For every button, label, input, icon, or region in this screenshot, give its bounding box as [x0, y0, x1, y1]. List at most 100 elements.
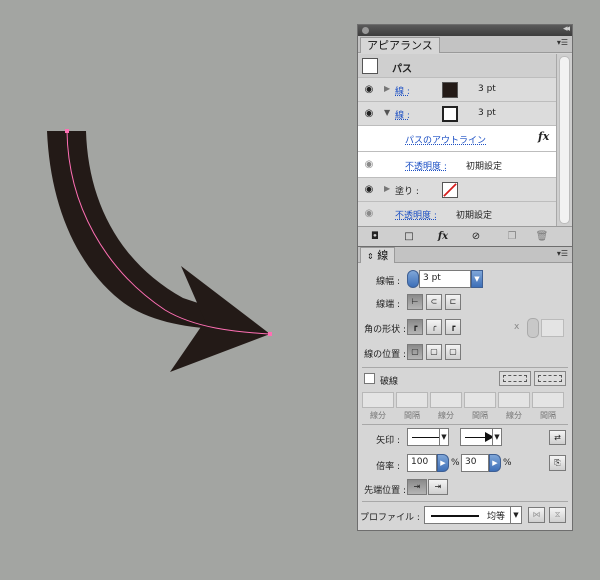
weight-input-value: 3 pt [423, 273, 441, 283]
visibility-eye-icon[interactable]: ◉ [361, 182, 377, 198]
appearance-stroke-row-2[interactable]: ◉ ▼ 線 : 3 pt [358, 102, 556, 126]
add-new-fill-icon[interactable]: □ [400, 229, 418, 245]
visibility-eye-icon[interactable]: ◉ [361, 106, 377, 122]
dash-field[interactable] [498, 392, 530, 408]
appearance-list: パス ◉ ▶ 線 : 3 pt ◉ ▼ 線 : 3 pt パスのアウトライン f… [358, 54, 556, 226]
swap-arrowheads-icon[interactable]: ⇄ [549, 430, 566, 445]
link-scale-icon[interactable]: ⎘ [549, 455, 566, 471]
start-scale-dropdown[interactable]: ▶ [437, 454, 449, 472]
stroke-color-swatch[interactable] [442, 82, 458, 98]
miter-limit-input[interactable] [541, 319, 564, 337]
profile-dropdown-icon[interactable]: ▼ [510, 506, 522, 524]
end-scale-dropdown[interactable]: ▶ [489, 454, 501, 472]
expand-triangle-icon[interactable]: ▶ [384, 84, 390, 93]
outline-path-effect-link[interactable]: パスのアウトライン [405, 133, 486, 146]
scroll-thumb[interactable] [559, 56, 570, 224]
arrow-tip-at-end-button[interactable]: ⇥ [428, 479, 448, 495]
close-icon[interactable] [362, 27, 369, 34]
appearance-fill-row[interactable]: ◉ ▶ 塗り : [358, 178, 556, 202]
add-new-stroke-icon[interactable]: ◘ [366, 229, 384, 245]
start-scale-input[interactable]: 100 [407, 454, 437, 472]
visibility-eye-icon[interactable]: ◉ [361, 157, 377, 173]
gap-field-label: 間隔 [540, 411, 556, 420]
weight-dropdown[interactable]: ▼ [471, 270, 483, 288]
end-arrowhead-dropdown-icon[interactable]: ▼ [492, 428, 502, 446]
opacity-value: 初期設定 [456, 211, 493, 221]
appearance-scrollbar[interactable] [556, 54, 572, 226]
stroke-link[interactable]: 線 : [395, 84, 410, 97]
align-outside-button[interactable]: ▢ [445, 344, 461, 360]
opacity-link[interactable]: 不透明度 : [395, 208, 437, 221]
butt-cap-button[interactable]: ⊢ [407, 294, 423, 310]
gap-field-label: 間隔 [404, 411, 420, 420]
bevel-join-button[interactable]: ┏ [445, 319, 461, 335]
start-arrowhead-dropdown-icon[interactable]: ▼ [439, 428, 449, 446]
anchor-point-start[interactable] [65, 129, 69, 133]
align-inside-button[interactable]: ▢ [426, 344, 442, 360]
dash-exact-button[interactable] [499, 371, 531, 386]
gap-field[interactable] [396, 392, 428, 408]
dash-field[interactable] [362, 392, 394, 408]
stroke-weight-value: 3 pt [478, 108, 496, 118]
gap-field[interactable] [532, 392, 564, 408]
tab-arrows-icon: ⇕ [367, 252, 374, 261]
corner-label: 角の形状 : [364, 325, 406, 335]
miter-limit-x: x [514, 322, 520, 332]
stroke-color-swatch[interactable] [442, 106, 458, 122]
effect-outline-path-row[interactable]: パスのアウトライン fx [358, 126, 556, 152]
opacity-link[interactable]: 不透明度 : [405, 159, 447, 172]
miter-limit-stepper[interactable] [527, 318, 539, 338]
panel-menu-icon[interactable]: ▾☰ [557, 38, 568, 47]
appearance-object-row[interactable]: パス [358, 54, 556, 78]
flip-along-icon[interactable]: ⋈ [528, 507, 545, 523]
appearance-stroke-row-1[interactable]: ◉ ▶ 線 : 3 pt [358, 78, 556, 102]
panel-menu-icon[interactable]: ▾☰ [557, 249, 568, 258]
collapse-icon[interactable]: ◂◂ [563, 24, 570, 34]
miter-join-button[interactable]: ┏ [407, 319, 423, 335]
arrow-stroke-body[interactable] [47, 131, 219, 329]
weight-input[interactable]: 3 pt [419, 270, 471, 288]
round-cap-button[interactable]: ⊂ [426, 294, 442, 310]
expand-triangle-icon[interactable]: ▶ [384, 184, 390, 193]
panel-titlebar[interactable]: ◂◂ [358, 24, 572, 36]
clear-appearance-icon[interactable]: ⊘ [467, 229, 485, 245]
arrow-tip-beyond-button[interactable]: ⇥ [407, 479, 427, 495]
tab-appearance[interactable]: アピアランス [360, 37, 440, 53]
appearance-tabrow: アピアランス ▾☰ [358, 36, 572, 53]
end-scale-input[interactable]: 30 [461, 454, 489, 472]
stroke-opacity-row[interactable]: ◉ 不透明度 : 初期設定 [358, 152, 556, 178]
width-profile-select[interactable]: 均等 [424, 506, 522, 524]
dashed-line-checkbox[interactable] [364, 373, 375, 384]
anchor-point-end[interactable] [268, 332, 272, 336]
fill-link[interactable]: 塗り : [395, 184, 419, 197]
dash-field[interactable] [430, 392, 462, 408]
duplicate-item-icon[interactable]: ❐ [503, 229, 521, 245]
collapse-triangle-icon[interactable]: ▼ [384, 108, 390, 117]
arrow-align-label: 先端位置 : [364, 486, 406, 496]
dash-field-label: 線分 [506, 411, 522, 420]
profile-label: プロファイル : [360, 513, 420, 523]
no-arrow-line-icon [412, 437, 442, 438]
curved-arrow-artwork[interactable] [47, 129, 272, 372]
projecting-cap-button[interactable]: ⊏ [445, 294, 461, 310]
percent-unit: % [451, 458, 460, 468]
dash-field-label: 線分 [370, 411, 386, 420]
flip-across-icon[interactable]: ⧖ [549, 507, 566, 523]
round-join-button[interactable]: ╭ [426, 319, 442, 335]
visibility-eye-icon[interactable]: ◉ [361, 206, 377, 222]
add-effect-icon[interactable]: fx [434, 229, 452, 245]
no-fill-swatch-icon[interactable] [442, 182, 458, 198]
stroke-link[interactable]: 線 : [395, 108, 410, 121]
dash-align-corners-button[interactable] [534, 371, 566, 386]
object-type-label: パス [392, 64, 412, 75]
appearance-panel: ◂◂ アピアランス ▾☰ パス ◉ ▶ 線 : 3 pt ◉ ▼ 線 : 3 p… [357, 24, 573, 246]
stroke-tab-label: 線 [377, 249, 389, 262]
fx-icon[interactable]: fx [538, 130, 549, 143]
gap-field[interactable] [464, 392, 496, 408]
tab-stroke[interactable]: ⇕ 線 [360, 247, 396, 263]
object-opacity-row[interactable]: ◉ 不透明度 : 初期設定 [358, 202, 556, 226]
visibility-eye-icon[interactable]: ◉ [361, 82, 377, 98]
weight-stepper[interactable] [407, 270, 419, 288]
delete-item-icon[interactable]: 🗑 [533, 229, 551, 245]
align-center-button[interactable]: ▢ [407, 344, 423, 360]
